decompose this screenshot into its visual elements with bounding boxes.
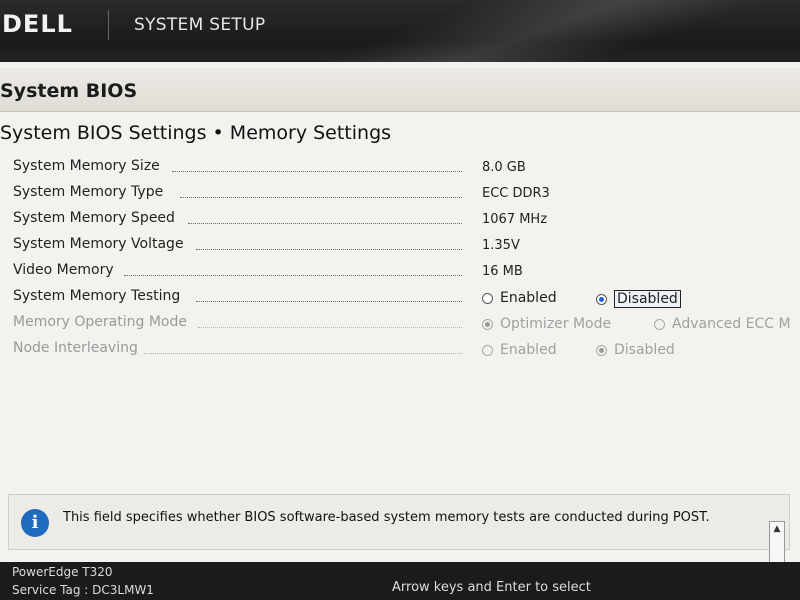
setting-row-memory-voltage: System Memory Voltage 1.35V — [0, 236, 800, 260]
dotted-leader — [198, 327, 462, 328]
option-disabled: Disabled — [596, 342, 675, 358]
setting-label: System Memory Size — [13, 158, 160, 174]
dell-logo: DELL — [2, 10, 73, 38]
setting-row-memory-operating-mode: Memory Operating Mode Optimizer Mode Adv… — [0, 314, 800, 338]
option-label: Optimizer Mode — [500, 316, 612, 332]
setting-row-memory-type: System Memory Type ECC DDR3 — [0, 184, 800, 208]
setting-row-video-memory: Video Memory 16 MB — [0, 262, 800, 286]
dotted-leader — [144, 353, 462, 354]
setting-label: System Memory Speed — [13, 210, 175, 226]
setting-row-memory-speed: System Memory Speed 1067 MHz — [0, 210, 800, 234]
option-label: Enabled — [500, 342, 557, 358]
help-text: This field specifies whether BIOS softwa… — [63, 510, 710, 525]
dotted-leader — [188, 223, 462, 224]
radio-button-icon — [482, 344, 493, 356]
help-box: i This field specifies whether BIOS soft… — [8, 494, 790, 575]
dotted-leader — [196, 249, 462, 250]
info-icon: i — [21, 509, 49, 537]
setting-row-memory-testing: System Memory Testing Enabled Disabled — [0, 288, 800, 312]
option-label: Enabled — [500, 290, 557, 306]
radio-button-icon[interactable] — [482, 292, 493, 304]
service-tag: Service Tag : DC3LMW1 — [12, 583, 154, 597]
header-bar: DELL SYSTEM SETUP — [0, 0, 800, 62]
section-bar: System BIOS — [0, 68, 800, 112]
option-label-focused: Disabled — [614, 290, 681, 308]
option-enabled: Enabled — [482, 342, 557, 358]
setting-label: System Memory Type — [13, 184, 164, 200]
setting-value: 8.0 GB — [482, 160, 526, 175]
setting-row-memory-size: System Memory Size 8.0 GB — [0, 158, 800, 182]
setting-value: 1067 MHz — [482, 212, 548, 227]
radio-button-icon — [654, 318, 665, 330]
option-disabled[interactable]: Disabled — [596, 290, 681, 308]
radio-button-selected-icon[interactable] — [596, 293, 607, 305]
page-subtitle: System BIOS Settings • Memory Settings — [0, 122, 392, 144]
dotted-leader — [196, 301, 462, 302]
dotted-leader — [180, 197, 462, 198]
setting-value: 1.35V — [482, 238, 520, 253]
setting-row-node-interleaving: Node Interleaving Enabled Disabled — [0, 340, 800, 364]
dotted-leader — [124, 275, 462, 276]
option-label: Disabled — [614, 342, 675, 358]
footer-bar: PowerEdge T320 Service Tag : DC3LMW1 Arr… — [0, 562, 800, 600]
radio-button-selected-icon — [596, 344, 607, 356]
option-optimizer-mode: Optimizer Mode — [482, 316, 611, 332]
section-title: System BIOS — [0, 80, 138, 102]
setting-label: Video Memory — [13, 262, 114, 278]
dotted-leader — [172, 171, 462, 172]
system-model: PowerEdge T320 — [12, 565, 113, 579]
radio-button-selected-icon — [482, 318, 493, 330]
scroll-up-arrow-icon[interactable]: ▲ — [770, 522, 784, 536]
app-title: SYSTEM SETUP — [134, 15, 266, 35]
setting-label: System Memory Testing — [13, 288, 181, 304]
setting-label: Node Interleaving — [13, 340, 138, 356]
setting-label: Memory Operating Mode — [13, 314, 187, 330]
setting-value: 16 MB — [482, 264, 523, 279]
header-divider — [108, 10, 109, 40]
option-label: Advanced ECC M — [672, 316, 791, 332]
setting-label: System Memory Voltage — [13, 236, 184, 252]
option-advanced-ecc: Advanced ECC M — [654, 316, 791, 332]
option-enabled[interactable]: Enabled — [482, 290, 557, 306]
header-swoosh — [280, 0, 800, 62]
page-content: System BIOS System BIOS Settings • Memor… — [0, 62, 800, 575]
navigation-hint: Arrow keys and Enter to select — [392, 580, 591, 595]
setting-value: ECC DDR3 — [482, 186, 550, 201]
